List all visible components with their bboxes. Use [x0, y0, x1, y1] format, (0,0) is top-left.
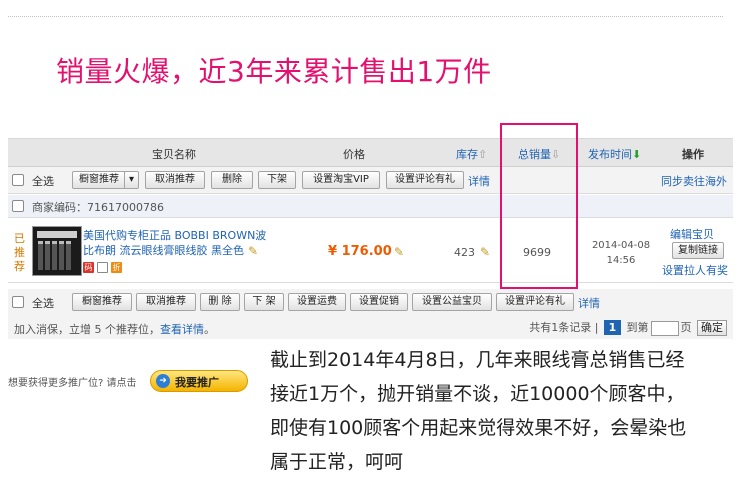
merchant-code: 商家编码：71617000786 — [32, 201, 164, 214]
sales-highlight-box — [500, 123, 578, 289]
delist-button-bottom[interactable]: 下 架 — [244, 293, 284, 311]
product-thumbnail[interactable] — [32, 226, 82, 276]
seller-item-panel: 宝贝名称 价格 库存⇧ 总销量⇩ 发布时间⬇ 操作 全选 橱窗推荐 ▾ 取消推荐… — [8, 138, 733, 342]
cancel-recommend-button-bottom[interactable]: 取消推荐 — [136, 293, 196, 311]
showcase-recommend-button-bottom[interactable]: 橱窗推荐 — [72, 293, 132, 311]
set-shipping-button[interactable]: 设置运费 — [288, 293, 346, 311]
item-price: ¥ 176.00 — [328, 244, 392, 259]
set-review-gift-button[interactable]: 设置评论有礼 — [386, 171, 464, 189]
edit-stock-icon[interactable]: ✎ — [480, 245, 490, 259]
select-all-checkbox-bottom[interactable] — [12, 296, 24, 308]
mobile-icon — [97, 262, 108, 273]
thumbnail-pencils — [38, 241, 71, 270]
page-input[interactable] — [650, 320, 679, 336]
showcase-recommend-button[interactable]: 橱窗推荐 — [72, 171, 126, 189]
bottom-action-bar: 全选 橱窗推荐 取消推荐 删 除 下 架 设置运费 设置促销 设置公益宝贝 设置… — [8, 289, 733, 316]
edit-price-icon[interactable]: ✎ — [394, 245, 404, 259]
footer-note: 加入消保，立增 5 个推荐位，查看详情。 — [14, 321, 215, 337]
column-stock-label: 库存 — [456, 148, 478, 161]
column-stock[interactable]: 库存⇧ — [456, 146, 487, 162]
merchant-code-row: 商家编码：71617000786 — [8, 195, 733, 218]
set-charity-button[interactable]: 设置公益宝贝 — [412, 293, 492, 311]
promo-question: 想要获得更多推广位? 请点击 — [8, 378, 137, 389]
product-title-link[interactable]: 美国代购专柜正品 BOBBI BROWN波比布朗 流云眼线膏眼线胶 黑全色 — [83, 228, 268, 258]
footer-suffix: 。 — [204, 323, 215, 336]
sync-overseas-link[interactable]: 同步卖往海外 — [661, 173, 727, 189]
dotted-divider — [8, 16, 723, 17]
set-vip-button[interactable]: 设置淘宝VIP — [302, 171, 380, 189]
publish-day: 2014-04-08 — [591, 240, 651, 251]
thumbnail-label — [37, 231, 77, 238]
edit-item-link[interactable]: 编辑宝贝 — [670, 226, 714, 242]
column-date-label: 发布时间 — [588, 148, 632, 161]
set-review-gift-button-bottom[interactable]: 设置评论有礼 — [496, 293, 574, 311]
item-stock: 423 — [454, 246, 475, 259]
goto-prefix: 到第 — [626, 321, 649, 334]
column-name: 宝贝名称 — [152, 148, 196, 161]
sort-down-icon: ⬇ — [632, 148, 642, 161]
select-all-label: 全选 — [32, 175, 54, 188]
table-row: 已推荐 美国代购专柜正品 BOBBI BROWN波比布朗 流云眼线膏眼线胶 黑全… — [8, 218, 733, 283]
view-details-link[interactable]: 查看详情 — [160, 323, 204, 336]
promote-button[interactable]: ➜ 我要推广 — [150, 370, 248, 392]
set-promotion-button[interactable]: 设置促销 — [350, 293, 408, 311]
merchant-checkbox[interactable] — [12, 200, 24, 212]
publish-time: 14:56 — [606, 255, 636, 266]
delete-button-bottom[interactable]: 删 除 — [200, 293, 240, 311]
total-records: 共有1条记录 — [529, 321, 592, 334]
column-price: 价格 — [343, 148, 365, 161]
arrow-right-icon: ➜ — [156, 374, 170, 388]
pager-divider: | — [594, 321, 599, 334]
select-all-label-bottom: 全选 — [32, 297, 54, 310]
pagination: 共有1条记录 | 1 到第 页 确定 — [529, 319, 727, 336]
detail-link-bottom[interactable]: 详情 — [578, 295, 600, 311]
goto-suffix: 页 — [680, 321, 692, 334]
delist-button[interactable]: 下架 — [258, 171, 296, 189]
discount-tag: 折 — [111, 262, 122, 273]
footer-text: 加入消保，立增 5 个推荐位， — [14, 323, 160, 336]
confirm-button[interactable]: 确定 — [697, 320, 727, 336]
top-action-bar: 全选 橱窗推荐 ▾ 取消推荐 删除 下架 设置淘宝VIP 设置评论有礼 详情 同… — [8, 167, 733, 194]
sort-arrow-icon: ⇧ — [478, 148, 488, 161]
cancel-recommend-button[interactable]: 取消推荐 — [145, 171, 205, 189]
detail-link[interactable]: 详情 — [468, 173, 490, 189]
current-page[interactable]: 1 — [604, 320, 621, 335]
column-date[interactable]: 发布时间⬇ — [588, 146, 641, 162]
column-ops: 操作 — [682, 148, 704, 161]
recommended-badge: 已推荐 — [14, 232, 25, 273]
promote-button-label: 我要推广 — [175, 376, 219, 389]
publish-date: 2014-04-08 14:56 — [586, 238, 656, 268]
code-tag: 码 — [83, 262, 94, 273]
edit-pencil-icon[interactable]: ✎ — [248, 244, 258, 258]
table-footer: 加入消保，立增 5 个推荐位，查看详情。 共有1条记录 | 1 到第 页 确定 — [8, 315, 733, 339]
product-tags: 码 折 — [83, 262, 122, 273]
invite-reward-link[interactable]: 设置拉人有奖 — [662, 262, 728, 278]
page-headline: 销量火爆，近3年来累计售出1万件 — [56, 55, 492, 88]
delete-button[interactable]: 删除 — [211, 171, 253, 189]
select-all-checkbox[interactable] — [12, 174, 24, 186]
table-header: 宝贝名称 价格 库存⇧ 总销量⇩ 发布时间⬇ 操作 — [8, 139, 733, 167]
copy-link-button[interactable]: 复制链接 — [672, 242, 724, 259]
sales-commentary: 截止到2014年4月8日，几年来眼线膏总销售已经接近1万个，抛开销量不谈，近10… — [270, 349, 687, 473]
dropdown-caret-icon[interactable]: ▾ — [124, 171, 139, 189]
